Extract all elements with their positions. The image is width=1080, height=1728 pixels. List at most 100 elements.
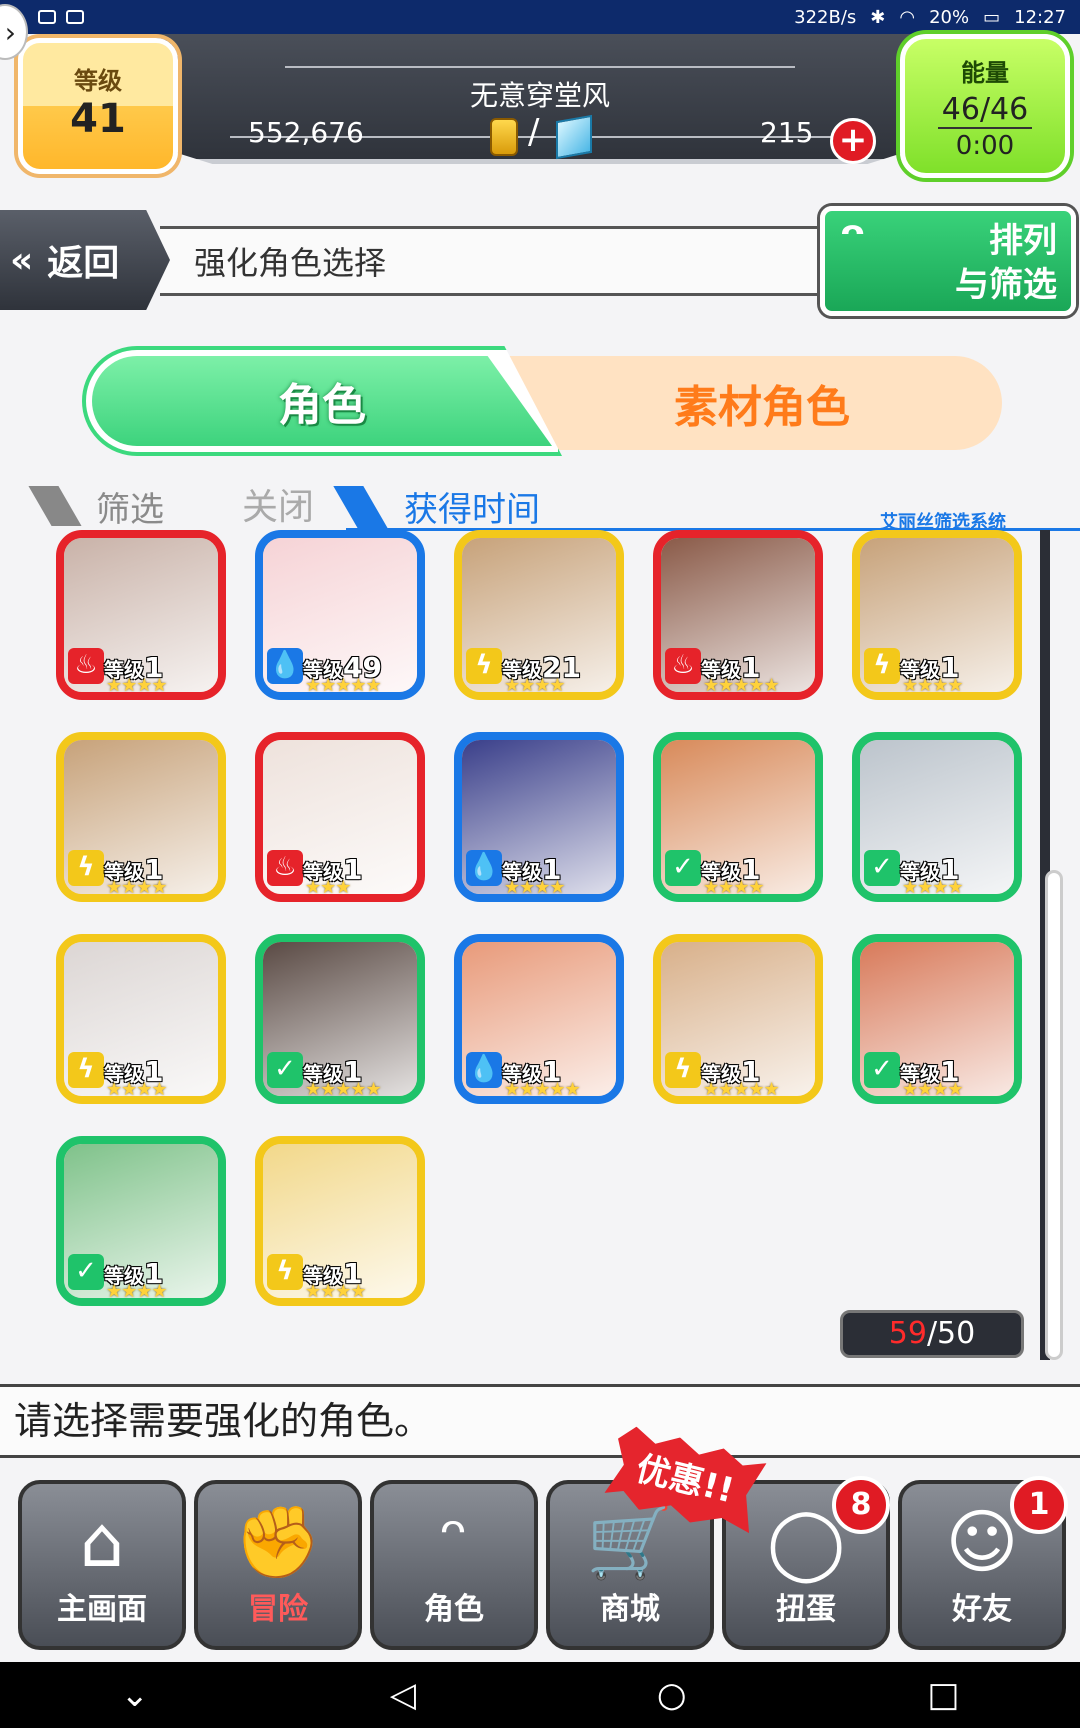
character-card[interactable]: ϟ 等级21 ★★★★ [454, 530, 624, 700]
leaf-icon: ✓ [665, 850, 701, 886]
nav-button-handshake[interactable]: ✊ 冒险 [194, 1480, 362, 1650]
character-card[interactable]: ♨ 等级1 ★★★★★ [653, 530, 823, 700]
character-card[interactable]: ✓ 等级1 ★★★★ [653, 732, 823, 902]
lightning-icon: ϟ [68, 1052, 104, 1088]
character-card[interactable]: ✓ 等级1 ★★★★ [852, 934, 1022, 1104]
lightning-icon: ϟ [68, 850, 104, 886]
bottom-nav: ⌂ 主画面 ✊ 冒险 ᵔ 角色 🛒 商城 ◯ 扭蛋 ☺ 好友 [0, 1470, 1080, 1660]
player-level-box: 等级 41 [18, 38, 178, 174]
level-label: 等级 [74, 67, 122, 95]
leaf-icon: ✓ [864, 1052, 900, 1088]
energy-value: 46/46 [937, 92, 1033, 129]
star-rating: ★★★★★ [305, 675, 382, 696]
nav-label: 冒险 [248, 1592, 308, 1627]
wechat-icon [38, 10, 56, 24]
character-card[interactable]: ✓ 等级1 ★★★★★ [255, 934, 425, 1104]
currency-separator: / [528, 112, 540, 152]
character-count: 59/50 [840, 1310, 1024, 1358]
star-rating: ★★★★ [703, 877, 765, 898]
star-rating: ★★★★ [902, 675, 964, 696]
star-rating: ★★★★ [106, 1281, 168, 1302]
character-card[interactable]: ϟ 等级1 ★★★★ [255, 1136, 425, 1306]
leaf-icon: ✓ [864, 850, 900, 886]
page-title: 强化角色选择 [160, 226, 880, 296]
star-rating: ★★★★★ [703, 1079, 780, 1100]
divider [285, 66, 795, 68]
character-card[interactable]: ♨ 等级1 ★★★★ [56, 530, 226, 700]
star-rating: ★★★ [305, 877, 351, 898]
sort-slash-icon [333, 486, 389, 530]
character-card[interactable]: ♨ 等级1 ★★★ [255, 732, 425, 902]
nav-button-home[interactable]: ⌂ 主画面 [18, 1480, 186, 1650]
nav-label: 好友 [952, 1592, 1012, 1627]
count-separator: / [926, 1316, 938, 1351]
character-card[interactable]: 💧 等级49 ★★★★★ [255, 530, 425, 700]
clock: 12:27 [1014, 6, 1066, 28]
double-chevron-left-icon: « [10, 239, 34, 281]
character-card[interactable]: ϟ 等级1 ★★★★ [56, 732, 226, 902]
friends-badge: 1 [1010, 1476, 1068, 1534]
nav-label: 商城 [600, 1592, 660, 1627]
leaf-icon: ✓ [68, 1254, 104, 1290]
coin-icon [490, 118, 518, 156]
back-label: 返回 [47, 243, 120, 284]
character-card[interactable]: ✓ 等级1 ★★★★ [56, 1136, 226, 1306]
star-rating: ★★★★ [504, 877, 566, 898]
nav-label: 扭蛋 [776, 1592, 836, 1627]
star-rating: ★★★★ [106, 1079, 168, 1100]
flame-icon: ♨ [665, 648, 701, 684]
lightning-icon: ϟ [466, 648, 502, 684]
count-max: 50 [937, 1316, 976, 1351]
filter-row: 筛选 关闭 获得时间 艾丽丝筛选系统 [28, 478, 1080, 533]
star-rating: ★★★★ [106, 675, 168, 696]
add-gems-button[interactable]: + [830, 118, 876, 164]
handshake-icon: ✊ [234, 1501, 322, 1583]
sort-filter-button[interactable]: ᵔ 排列 与筛选 [820, 206, 1076, 316]
character-card[interactable]: 💧 等级1 ★★★★★ [454, 934, 624, 1104]
filter-button[interactable]: 筛选 [96, 482, 164, 531]
lightning-icon: ϟ [665, 1052, 701, 1088]
star-rating: ★★★★ [106, 877, 168, 898]
sort-order-button[interactable]: 获得时间 [404, 482, 540, 531]
gacha-badge: 8 [832, 1476, 890, 1534]
character-card[interactable]: ϟ 等级1 ★★★★★ [653, 934, 823, 1104]
character-card[interactable]: ϟ 等级1 ★★★★ [852, 530, 1022, 700]
network-speed: 322B/s [794, 6, 857, 28]
filter-state[interactable]: 关闭 [242, 478, 314, 530]
energy-box[interactable]: 能量 46/46 0:00 [900, 34, 1070, 178]
home-icon: ⌂ [79, 1501, 125, 1583]
star-rating: ★★★★★ [305, 1079, 382, 1100]
nav-label: 角色 [424, 1592, 484, 1627]
wifi-icon: ◠ [899, 6, 916, 28]
water-drop-icon: 💧 [267, 648, 303, 684]
leaf-icon: ✓ [267, 1052, 303, 1088]
back-button[interactable]: « 返回 [0, 210, 170, 310]
iqiyi-icon [66, 10, 84, 24]
rabbit-sort-icon: ᵔ [839, 210, 867, 275]
character-card[interactable]: ϟ 等级1 ★★★★ [56, 934, 226, 1104]
back-nav-icon[interactable]: ◁ [390, 1675, 416, 1715]
nav-label: 主画面 [57, 1592, 147, 1627]
lightning-icon: ϟ [267, 1254, 303, 1290]
player-name: 无意穿堂风 [469, 79, 610, 112]
water-drop-icon: 💧 [466, 850, 502, 886]
star-rating: ★★★★★ [504, 1079, 581, 1100]
status-bar: 322B/s ✱ ◠ 20% ▭ 12:27 [0, 0, 1080, 34]
star-rating: ★★★★ [902, 877, 964, 898]
home-nav-icon[interactable]: ○ [657, 1675, 687, 1715]
filter-slash-icon [28, 486, 82, 526]
energy-timer: 0:00 [955, 131, 1015, 161]
recents-nav-icon[interactable]: □ [927, 1675, 959, 1715]
hide-nav-icon[interactable]: ⌄ [120, 1675, 149, 1715]
energy-label: 能量 [961, 59, 1009, 87]
flame-icon: ♨ [267, 850, 303, 886]
star-rating: ★★★★★ [703, 675, 780, 696]
tab-character-label[interactable]: 角色 [92, 356, 552, 446]
bluetooth-icon: ✱ [870, 6, 886, 28]
gem-icon [556, 114, 592, 160]
scrollbar-thumb[interactable] [1045, 870, 1063, 1360]
star-rating: ★★★★ [504, 675, 566, 696]
character-card[interactable]: 💧 等级1 ★★★★ [454, 732, 624, 902]
character-card[interactable]: ✓ 等级1 ★★★★ [852, 732, 1022, 902]
nav-button-rabbit[interactable]: ᵔ 角色 [370, 1480, 538, 1650]
